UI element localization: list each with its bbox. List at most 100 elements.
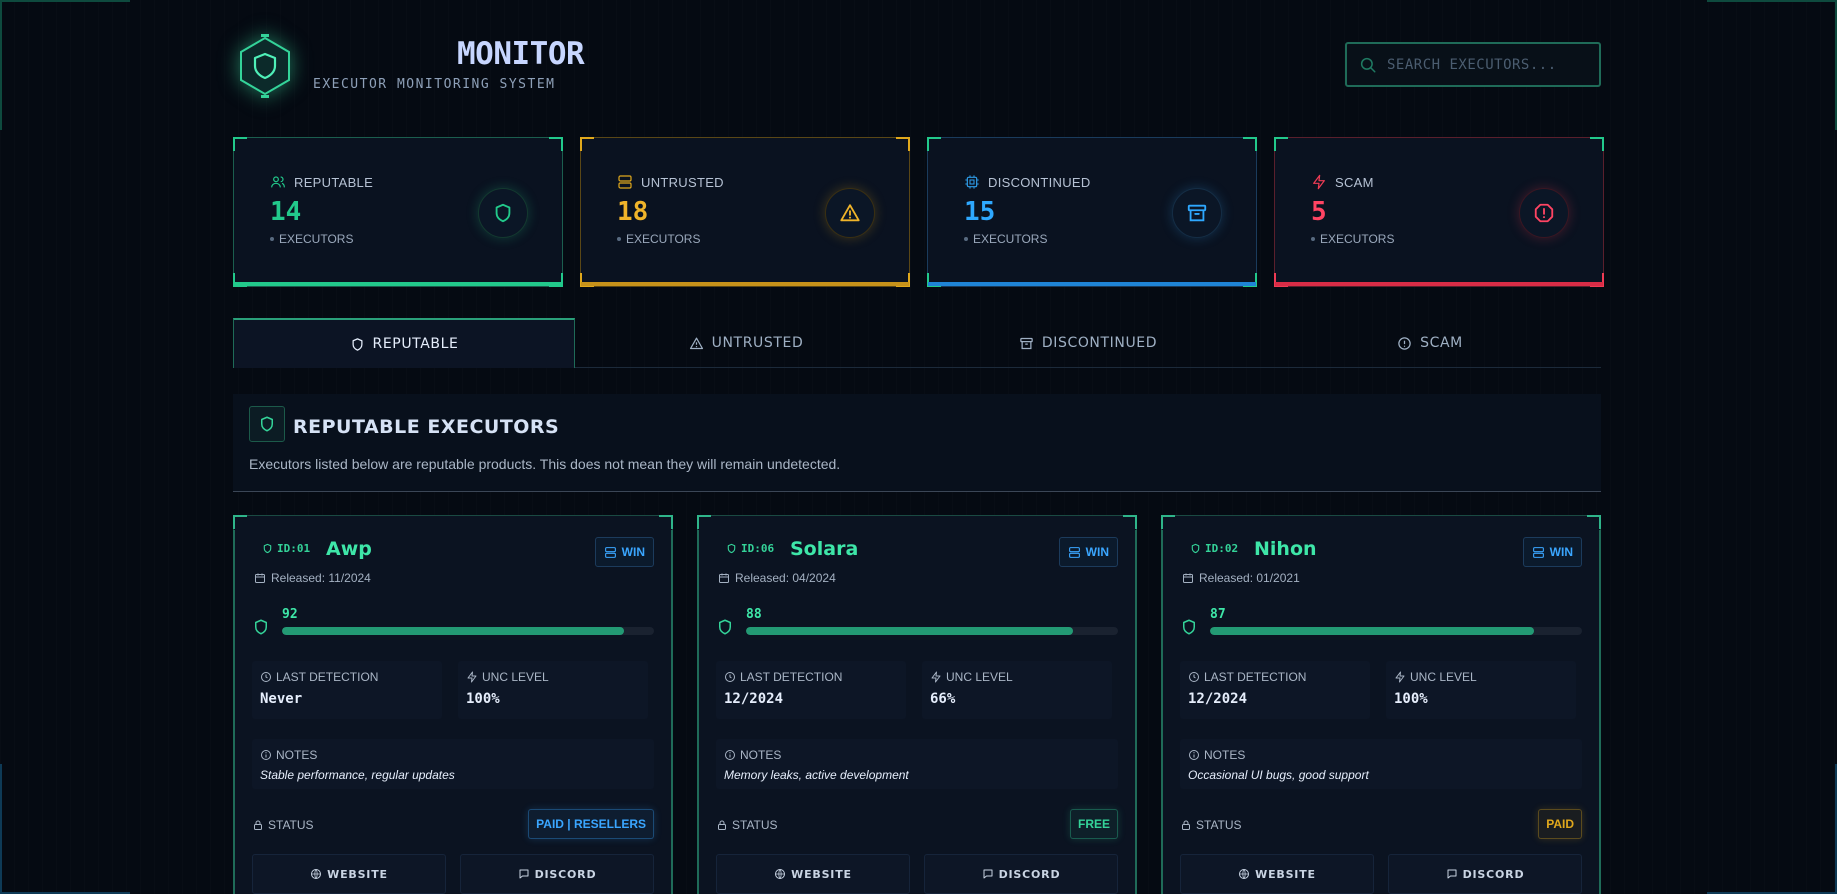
card-id-text: ID:02 [1205,542,1239,555]
clock-icon [725,672,735,682]
notes-text: Memory leaks, active development [724,768,909,782]
stat-sub: EXECUTORS [617,232,873,246]
trust-score: 88 [716,607,1118,647]
website-button[interactable]: WEBSITE [252,854,446,894]
platform-label: WIN [1549,545,1573,559]
stat-sub-text: EXECUTORS [973,232,1048,246]
clock-icon [1189,672,1199,682]
card-id: ID:02 [1190,542,1238,555]
executor-card[interactable]: ID:02 Nihon WIN Released: 01/2021 87 LAS… [1161,515,1601,894]
discord-button[interactable]: DISCORD [460,854,654,894]
status-label: STATUS [1196,818,1242,832]
executor-card[interactable]: ID:01 Awp WIN Released: 11/2024 92 LAST … [233,515,673,894]
section-icon [249,406,285,442]
release-date-text: Released: 01/2021 [1199,571,1300,585]
card-actions: WEBSITE DISCORD [716,854,1118,894]
status-label: STATUS [732,818,778,832]
stat-card-scam[interactable]: SCAM 5 EXECUTORS [1274,137,1604,287]
notes-text: Occasional UI bugs, good support [1188,768,1369,782]
logo [233,34,297,98]
score-value: 88 [746,607,762,622]
stat-card-reputable[interactable]: REPUTABLE 14 EXECUTORS [233,137,563,287]
discord-button[interactable]: DISCORD [1388,854,1582,894]
calendar-icon [1183,573,1193,583]
card-id: ID:01 [262,542,310,555]
stat-label-text: UNTRUSTED [641,174,724,190]
website-button[interactable]: WEBSITE [1180,854,1374,894]
shield-icon [261,416,273,432]
score-value: 92 [282,607,298,622]
unc-level: UNC LEVEL 100% [1386,661,1576,719]
server-icon [1068,546,1080,558]
shield-icon [255,619,267,635]
executor-name: Awp [326,538,372,560]
unc-level-value: 100% [1394,691,1428,707]
message-icon [983,869,993,879]
stat-sub-text: EXECUTORS [626,232,701,246]
platform-label: WIN [621,545,645,559]
tab-label: REPUTABLE [372,336,459,352]
stat-label-text: SCAM [1335,174,1374,190]
card-actions: WEBSITE DISCORD [1180,854,1582,894]
calendar-icon [719,573,729,583]
section-header: REPUTABLE EXECUTORS Executors listed bel… [233,394,1601,492]
status-row: STATUS PAID | RESELLERS [252,809,654,841]
warning-icon [689,337,703,349]
score-bar [1210,627,1582,635]
section-description: Executors listed below are reputable pro… [249,456,841,472]
status-row: STATUS PAID [1180,809,1582,841]
score-value: 87 [1210,607,1226,622]
stat-icon [1519,188,1569,238]
section-title: REPUTABLE EXECUTORS [293,416,560,438]
shield-icon [727,543,736,554]
globe-icon [1239,869,1250,879]
app-subtitle: EXECUTOR MONITORING SYSTEM [313,77,556,92]
unc-level-label: UNC LEVEL [482,670,549,684]
tab-discontinued[interactable]: DISCONTINUED [917,318,1259,368]
search-box[interactable] [1345,42,1601,87]
server-icon [604,546,616,558]
website-button[interactable]: WEBSITE [716,854,910,894]
stat-card-discontinued[interactable]: DISCONTINUED 15 EXECUTORS [927,137,1257,287]
status-badge: PAID [1538,809,1582,839]
stat-sub-text: EXECUTORS [279,232,354,246]
calendar-icon [255,573,265,583]
discord-button[interactable]: DISCORD [924,854,1118,894]
card-id-text: ID:01 [277,542,311,555]
trust-score: 87 [1180,607,1582,647]
stat-label-text: REPUTABLE [294,174,374,190]
platform-badge: WIN [594,537,654,567]
shield-icon [719,619,731,635]
unc-level: UNC LEVEL 66% [922,661,1112,719]
platform-badge: WIN [1522,537,1582,567]
stat-card-untrusted[interactable]: UNTRUSTED 18 EXECUTORS [580,137,910,287]
lock-icon [1182,820,1190,830]
tab-untrusted[interactable]: UNTRUSTED [575,318,917,368]
search-input[interactable] [1387,56,1587,73]
card-id: ID:06 [726,542,774,555]
card-header: ID:02 Nihon WIN Released: 01/2021 [1180,516,1582,585]
last-detection: LAST DETECTION 12/2024 [1180,661,1370,719]
archive-icon [1187,204,1207,222]
alert-octagon-icon [1534,203,1554,223]
tab-label: SCAM [1420,335,1463,351]
tab-label: DISCONTINUED [1041,335,1158,351]
clock-icon [261,672,271,682]
shield-icon [495,203,511,223]
unc-level-label: UNC LEVEL [946,670,1013,684]
zap-icon [1313,174,1325,190]
tab-reputable[interactable]: REPUTABLE [233,318,575,368]
stat-label: UNTRUSTED [617,174,873,190]
frame-corner [1707,764,1837,894]
server-icon [1532,546,1544,558]
tab-scam[interactable]: SCAM [1259,318,1601,368]
header: MONITOR EXECUTOR MONITORING SYSTEM [233,0,1601,120]
notes: NOTES Stable performance, regular update… [252,739,654,789]
zap-icon [1395,671,1405,683]
users-icon [271,176,285,188]
score-bar-fill [282,627,625,635]
info-icon [1189,750,1199,760]
score-bar-fill [746,627,1074,635]
stat-icon [1172,188,1222,238]
executor-card[interactable]: ID:06 Solara WIN Released: 04/2024 88 LA… [697,515,1137,894]
